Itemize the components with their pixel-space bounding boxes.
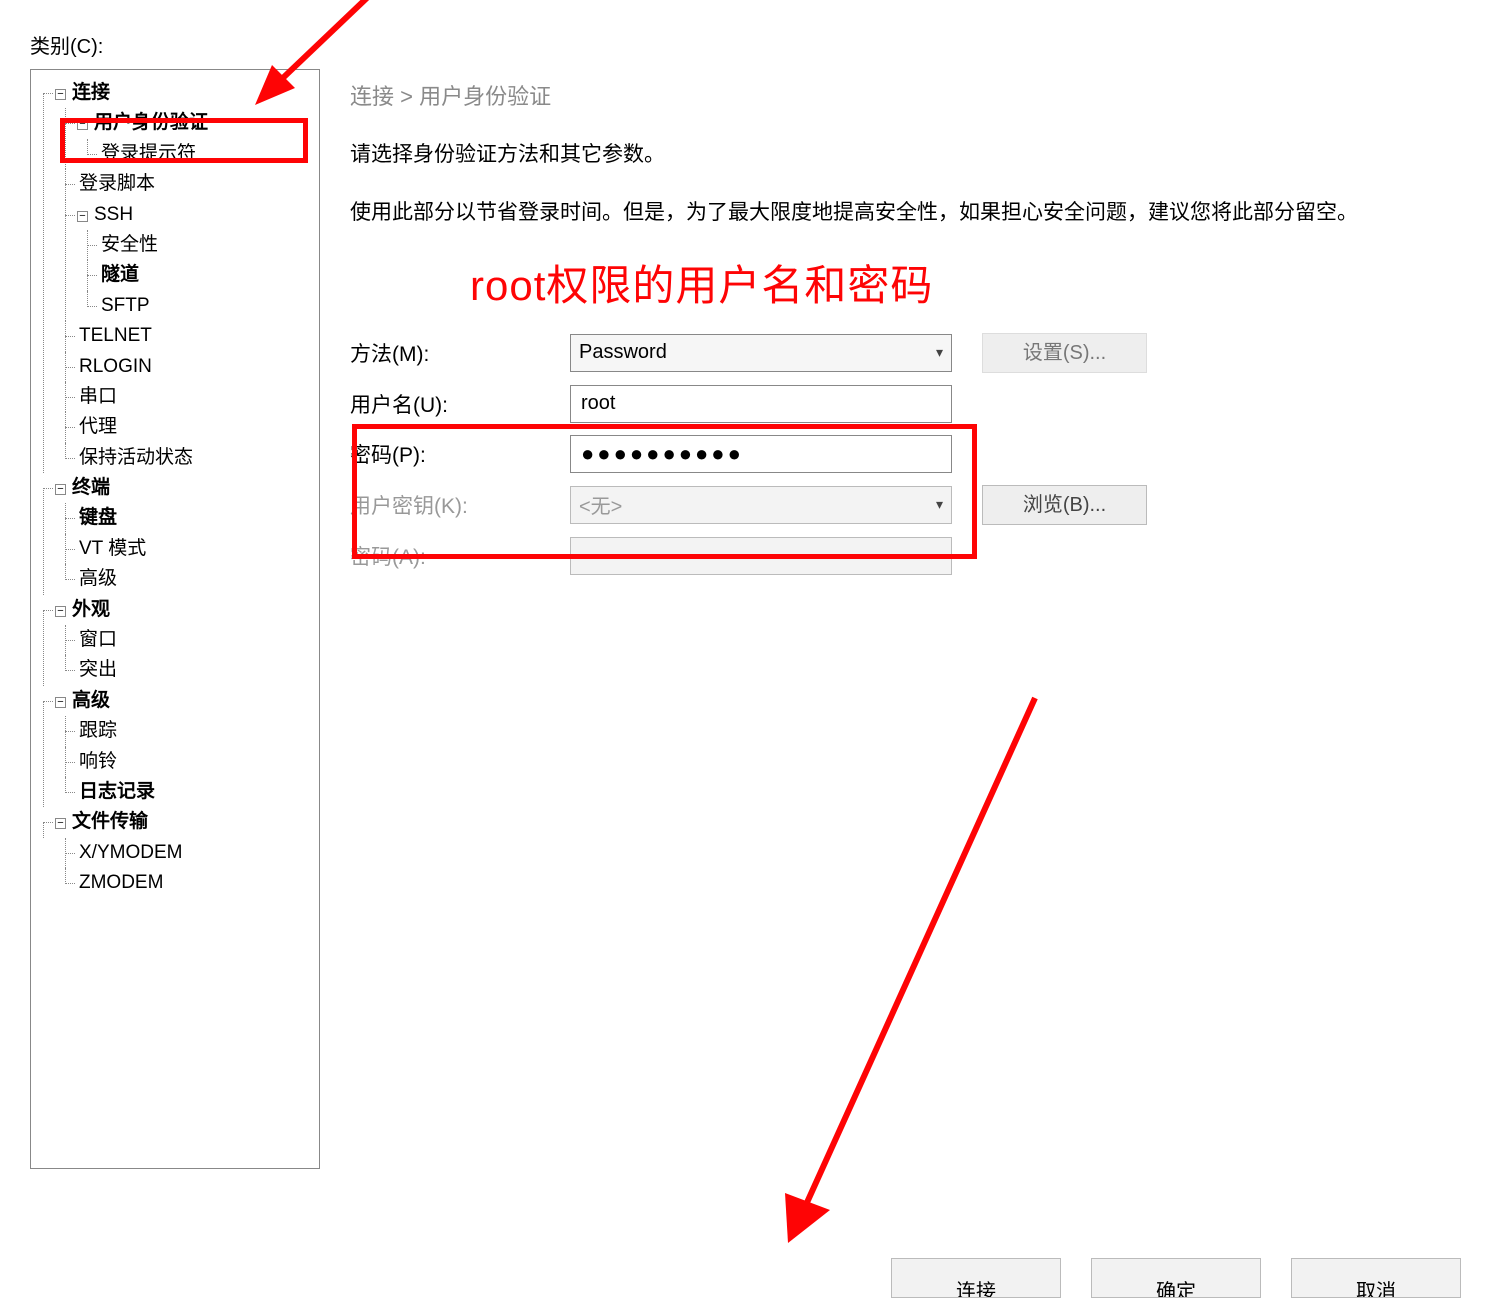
tree-item-window[interactable]: 窗口 bbox=[57, 625, 315, 655]
tree-label-rlogin: RLOGIN bbox=[79, 356, 152, 377]
userkey-select: <无> ▾ bbox=[570, 486, 952, 524]
minus-icon[interactable]: − bbox=[55, 818, 66, 829]
tree-label-keyboard: 键盘 bbox=[79, 507, 117, 528]
minus-icon[interactable]: − bbox=[55, 484, 66, 495]
tree-label-connection: 连接 bbox=[72, 82, 110, 103]
settings-button: 设置(S)... bbox=[982, 333, 1147, 373]
tree-item-bell[interactable]: 响铃 bbox=[57, 747, 315, 777]
row-username: 用户名(U): root bbox=[350, 385, 1451, 423]
tree-item-login-prompt[interactable]: 登录提示符 bbox=[79, 139, 315, 169]
tree-item-keyboard[interactable]: 键盘 bbox=[57, 503, 315, 533]
category-label: 类别(C): bbox=[30, 30, 1461, 59]
tree-item-login-script[interactable]: 登录脚本 bbox=[57, 169, 315, 199]
tree-label-serial: 串口 bbox=[79, 386, 117, 407]
tree-label-zmodem: ZMODEM bbox=[79, 872, 163, 893]
dialog-button-bar: 连接 确定 取消 bbox=[891, 1258, 1461, 1298]
tree-item-ssh[interactable]: −SSH 安全性 隧道 SFTP bbox=[57, 200, 315, 322]
label-username: 用户名(U): bbox=[350, 389, 570, 419]
minus-icon[interactable]: − bbox=[55, 606, 66, 617]
tree-label-bell: 响铃 bbox=[79, 751, 117, 772]
tree-item-xymodem[interactable]: X/YMODEM bbox=[57, 838, 315, 868]
connect-button[interactable]: 连接 bbox=[891, 1258, 1061, 1298]
row-password: 密码(P): ●●●●●●●●●● bbox=[350, 435, 1451, 473]
tree-label-sftp: SFTP bbox=[101, 295, 150, 316]
tree-label-highlight: 突出 bbox=[79, 659, 117, 680]
label-method: 方法(M): bbox=[350, 338, 570, 368]
chevron-down-icon: ▾ bbox=[936, 496, 943, 513]
tree-label-appearance: 外观 bbox=[72, 599, 110, 620]
tree-label-trace: 跟踪 bbox=[79, 720, 117, 741]
tree-item-proxy[interactable]: 代理 bbox=[57, 412, 315, 442]
minus-icon[interactable]: − bbox=[77, 119, 88, 130]
category-tree[interactable]: −连接 −用户身份验证 登录提示符 登录脚本 −SSH bbox=[35, 78, 315, 899]
label-password: 密码(P): bbox=[350, 439, 570, 469]
tree-label-terminal: 终端 bbox=[72, 477, 110, 498]
browse-button[interactable]: 浏览(B)... bbox=[982, 485, 1147, 525]
tree-label-vt-mode: VT 模式 bbox=[79, 538, 146, 559]
tree-item-trace[interactable]: 跟踪 bbox=[57, 716, 315, 746]
tree-item-vt-mode[interactable]: VT 模式 bbox=[57, 534, 315, 564]
password-input[interactable]: ●●●●●●●●●● bbox=[570, 435, 952, 473]
tree-item-tunnel[interactable]: 隧道 bbox=[79, 260, 315, 290]
tree-item-terminal[interactable]: −终端 键盘 VT 模式 高级 bbox=[35, 473, 315, 595]
tree-item-security[interactable]: 安全性 bbox=[79, 230, 315, 260]
minus-icon[interactable]: − bbox=[77, 211, 88, 222]
tree-item-appearance[interactable]: −外观 窗口 突出 bbox=[35, 595, 315, 686]
tree-label-advanced2: 高级 bbox=[72, 690, 110, 711]
label-userkey: 用户密钥(K): bbox=[350, 490, 570, 520]
tree-label-login-prompt: 登录提示符 bbox=[101, 143, 196, 164]
row-method: 方法(M): Password ▾ 设置(S)... bbox=[350, 333, 1451, 373]
category-tree-panel: −连接 −用户身份验证 登录提示符 登录脚本 −SSH bbox=[30, 69, 320, 1169]
session-properties-dialog: 类别(C): −连接 −用户身份验证 登录提示符 登录 bbox=[0, 0, 1491, 1298]
cancel-button[interactable]: 取消 bbox=[1291, 1258, 1461, 1298]
chevron-down-icon: ▾ bbox=[936, 344, 943, 361]
row-userkey: 用户密钥(K): <无> ▾ 浏览(B)... bbox=[350, 485, 1451, 525]
dialog-columns: −连接 −用户身份验证 登录提示符 登录脚本 −SSH bbox=[30, 69, 1461, 1189]
tree-item-keepalive[interactable]: 保持活动状态 bbox=[57, 443, 315, 473]
username-input[interactable]: root bbox=[570, 385, 952, 423]
minus-icon[interactable]: − bbox=[55, 697, 66, 708]
tree-item-user-auth[interactable]: −用户身份验证 登录提示符 bbox=[57, 108, 315, 169]
row-passphrase: 密码(A): bbox=[350, 537, 1451, 575]
method-value: Password bbox=[579, 341, 667, 364]
tree-item-zmodem[interactable]: ZMODEM bbox=[57, 868, 315, 898]
tree-item-highlight[interactable]: 突出 bbox=[57, 655, 315, 685]
tree-label-ssh: SSH bbox=[94, 204, 133, 225]
content-panel: 连接 > 用户身份验证 请选择身份验证方法和其它参数。 使用此部分以节省登录时间… bbox=[340, 69, 1461, 1189]
tree-item-rlogin[interactable]: RLOGIN bbox=[57, 352, 315, 382]
tree-item-serial[interactable]: 串口 bbox=[57, 382, 315, 412]
description-line2: 使用此部分以节省登录时间。但是，为了最大限度地提高安全性，如果担心安全问题，建议… bbox=[350, 194, 1451, 232]
tree-item-advanced[interactable]: 高级 bbox=[57, 564, 315, 594]
tree-label-window: 窗口 bbox=[79, 629, 117, 650]
description-line1: 请选择身份验证方法和其它参数。 bbox=[350, 136, 1451, 174]
breadcrumb: 连接 > 用户身份验证 bbox=[350, 79, 1451, 111]
tree-item-advanced2[interactable]: −高级 跟踪 响铃 日志记录 bbox=[35, 686, 315, 808]
tree-label-tunnel: 隧道 bbox=[101, 264, 139, 285]
minus-icon[interactable]: − bbox=[55, 89, 66, 100]
tree-item-connection[interactable]: −连接 −用户身份验证 登录提示符 登录脚本 −SSH bbox=[35, 78, 315, 473]
ok-button[interactable]: 确定 bbox=[1091, 1258, 1261, 1298]
tree-item-logging[interactable]: 日志记录 bbox=[57, 777, 315, 807]
tree-label-user-auth: 用户身份验证 bbox=[94, 112, 208, 133]
annotation-text: root权限的用户名和密码 bbox=[470, 252, 1451, 313]
method-select[interactable]: Password ▾ bbox=[570, 334, 952, 372]
tree-item-telnet[interactable]: TELNET bbox=[57, 321, 315, 351]
tree-label-advanced: 高级 bbox=[79, 568, 117, 589]
tree-label-login-script: 登录脚本 bbox=[79, 173, 155, 194]
passphrase-input bbox=[570, 537, 952, 575]
tree-label-security: 安全性 bbox=[101, 234, 158, 255]
tree-label-logging: 日志记录 bbox=[79, 781, 155, 802]
tree-item-file-transfer[interactable]: −文件传输 X/YMODEM ZMODEM bbox=[35, 807, 315, 898]
tree-label-file-transfer: 文件传输 bbox=[72, 811, 148, 832]
tree-label-keepalive: 保持活动状态 bbox=[79, 447, 193, 468]
tree-label-proxy: 代理 bbox=[79, 416, 117, 437]
tree-label-xymodem: X/YMODEM bbox=[79, 842, 182, 863]
userkey-value: <无> bbox=[579, 490, 622, 519]
tree-item-sftp[interactable]: SFTP bbox=[79, 291, 315, 321]
label-passphrase: 密码(A): bbox=[350, 541, 570, 571]
tree-label-telnet: TELNET bbox=[79, 325, 152, 346]
